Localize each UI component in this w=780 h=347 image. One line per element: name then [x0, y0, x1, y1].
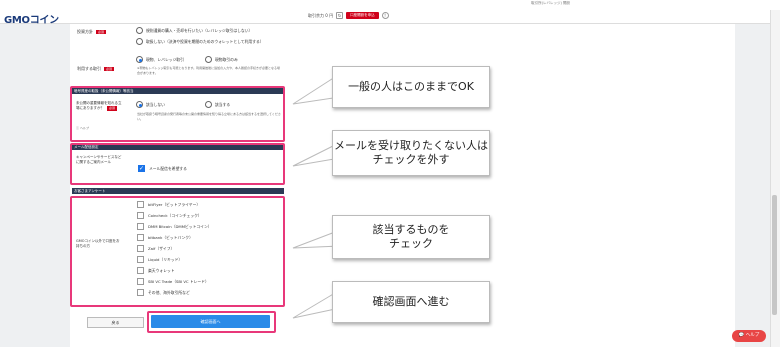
- callout-go-confirm: 確認画面へ進む: [332, 281, 490, 323]
- callout-mail-uncheck: メールを受け取りたくない人は チェックを外す: [332, 130, 490, 176]
- callout-check-applicable: 該当するものを チェック: [332, 215, 490, 259]
- help-button[interactable]: 💬 ヘルプ: [732, 330, 766, 342]
- scrollbar-thumb[interactable]: [772, 195, 777, 315]
- callout-default-ok: 一般の人はこのままでOK: [332, 66, 490, 108]
